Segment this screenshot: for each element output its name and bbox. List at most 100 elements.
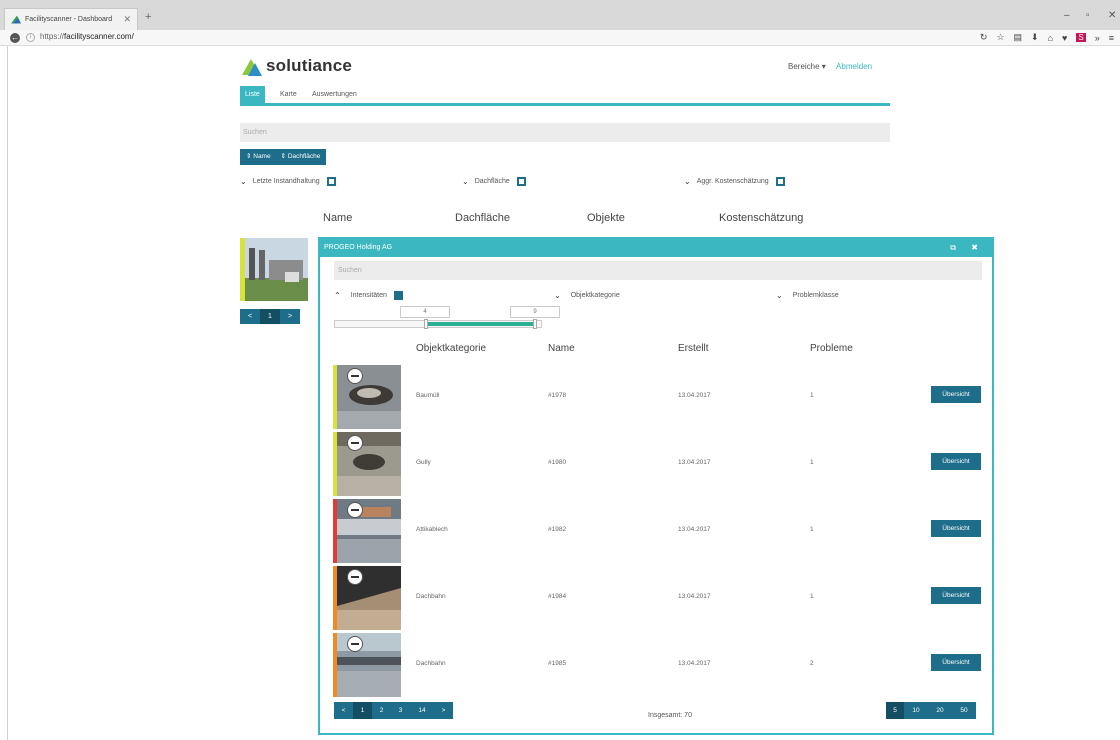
page-1-button[interactable]: 1: [353, 702, 372, 719]
filter-label: Problemklasse: [792, 292, 839, 299]
page-size-10[interactable]: 10: [904, 702, 928, 719]
new-tab-button[interactable]: +: [145, 11, 151, 23]
column-dachflaeche[interactable]: Dachfläche: [455, 212, 510, 224]
object-photo[interactable]: [333, 365, 401, 429]
chevron-down-icon: ⌄: [462, 177, 469, 186]
slider-handle-max[interactable]: [533, 319, 537, 329]
filter-intensitaeten[interactable]: ⌃ Intensitäten: [334, 291, 403, 300]
tab-auswertungen[interactable]: Auswertungen: [307, 86, 362, 103]
prev-page-button[interactable]: <: [240, 309, 260, 324]
range-min-input[interactable]: 4: [400, 306, 450, 318]
bookmark-star-icon[interactable]: ☆: [996, 32, 1004, 43]
filter-letzte-instandhaltung[interactable]: ⌄ Letzte Instandhaltung: [240, 177, 336, 186]
uebersicht-button[interactable]: Übersicht: [931, 386, 981, 403]
page-14-button[interactable]: 14: [410, 702, 434, 719]
column-objekte[interactable]: Objekte: [587, 212, 625, 224]
menu-icon[interactable]: ≡: [1109, 33, 1114, 43]
restore-button[interactable]: ▫: [1086, 10, 1090, 21]
logout-link[interactable]: Abmelden: [836, 62, 872, 71]
sort-bar: ⇕ Name ⇕ Dachfläche: [240, 149, 327, 165]
column-kostenschaetzung[interactable]: Kostenschätzung: [719, 212, 803, 224]
row-problems: 1: [810, 526, 814, 533]
info-icon[interactable]: i: [26, 33, 35, 42]
slider-handle-min[interactable]: [424, 319, 428, 329]
row-name: #1978: [548, 392, 567, 399]
home-icon[interactable]: ⌂: [1048, 33, 1053, 43]
uebersicht-button[interactable]: Übersicht: [931, 520, 981, 537]
modal-search-input[interactable]: Suchen: [334, 261, 982, 280]
tab-close-icon[interactable]: ✕: [123, 14, 131, 25]
pagination: < 1 >: [240, 309, 300, 324]
url-field[interactable]: https://facilityscanner.com/: [40, 32, 134, 41]
sort-dachflaeche-button[interactable]: ⇕ Dachfläche: [281, 149, 321, 165]
camera-badge-icon: [347, 502, 363, 518]
row-category: Dachbahn: [416, 593, 446, 600]
table-row[interactable]: Dachbahn #1984 13.04.2017 1 Übersicht: [333, 566, 983, 630]
prev-page-button[interactable]: <: [334, 702, 353, 719]
page-3-button[interactable]: 3: [391, 702, 410, 719]
download-icon[interactable]: ⬇: [1031, 32, 1039, 43]
table-row[interactable]: Attikablech #1982 13.04.2017 1 Übersicht: [333, 499, 983, 563]
row-name: #1982: [548, 526, 567, 533]
row-created: 13.04.2017: [678, 526, 711, 533]
reload-icon[interactable]: ↻: [980, 32, 988, 43]
overflow-icon[interactable]: »: [1095, 33, 1100, 43]
total-count: Insgesamt: 70: [648, 712, 692, 719]
extension-icon[interactable]: S: [1076, 33, 1086, 42]
address-bar[interactable]: ← i https://facilityscanner.com/ ↻ ☆ ▤ ⬇…: [0, 30, 1120, 46]
page-size-50[interactable]: 50: [952, 702, 976, 719]
object-photo[interactable]: [333, 432, 401, 496]
checkbox[interactable]: [775, 177, 785, 186]
column-probleme[interactable]: Probleme: [810, 343, 853, 354]
row-problems: 2: [810, 660, 814, 667]
table-row[interactable]: Baumüll #1978 13.04.2017 1 Übersicht: [333, 365, 983, 429]
object-photo[interactable]: [333, 633, 401, 697]
logo[interactable]: solutiance: [242, 55, 352, 77]
checkbox[interactable]: [326, 177, 336, 186]
popout-icon[interactable]: ⧉: [950, 239, 956, 257]
search-input[interactable]: Suchen: [240, 123, 890, 142]
uebersicht-button[interactable]: Übersicht: [931, 453, 981, 470]
row-created: 13.04.2017: [678, 660, 711, 667]
filter-aggr-kostenschaetzung[interactable]: ⌄ Aggr. Kostenschätzung: [684, 177, 785, 186]
table-row[interactable]: Dachbahn #1985 13.04.2017 2 Übersicht: [333, 633, 983, 697]
sort-name-button[interactable]: ⇕ Name: [246, 149, 271, 165]
next-page-button[interactable]: >: [434, 702, 453, 719]
intensity-slider[interactable]: [334, 319, 542, 329]
range-max-input[interactable]: 9: [510, 306, 560, 318]
column-name[interactable]: Name: [323, 212, 352, 224]
reader-icon[interactable]: ▤: [1014, 32, 1023, 43]
table-row[interactable]: Gully #1980 13.04.2017 1 Übersicht: [333, 432, 983, 496]
page-1-button[interactable]: 1: [260, 309, 280, 324]
column-erstellt[interactable]: Erstellt: [678, 343, 709, 354]
bereiche-dropdown[interactable]: Bereiche ▾: [788, 62, 826, 71]
page-2-button[interactable]: 2: [372, 702, 391, 719]
page-size-5[interactable]: 5: [886, 702, 904, 719]
page-size-20[interactable]: 20: [928, 702, 952, 719]
filter-problemklasse[interactable]: ⌄ Problemklasse: [776, 291, 839, 300]
building-thumbnail[interactable]: [240, 238, 308, 301]
minimize-button[interactable]: –: [1064, 10, 1070, 21]
filter-dachflaeche[interactable]: ⌄ Dachfläche: [462, 177, 526, 186]
window-close-button[interactable]: ✕: [1108, 10, 1116, 21]
chevron-up-icon: ⌃: [334, 291, 341, 300]
tab-karte[interactable]: Karte: [275, 86, 302, 103]
uebersicht-button[interactable]: Übersicht: [931, 587, 981, 604]
next-page-button[interactable]: >: [280, 309, 300, 324]
uebersicht-button[interactable]: Übersicht: [931, 654, 981, 671]
column-objektkategorie[interactable]: Objektkategorie: [416, 343, 486, 354]
close-icon[interactable]: ✖: [971, 239, 978, 257]
back-arrow-icon[interactable]: ←: [10, 33, 20, 43]
object-photo[interactable]: [333, 566, 401, 630]
pocket-icon[interactable]: ♥: [1062, 33, 1067, 43]
filter-objektkategorie[interactable]: ⌄ Objektkategorie: [554, 291, 620, 300]
row-created: 13.04.2017: [678, 392, 711, 399]
column-name[interactable]: Name: [548, 343, 575, 354]
object-photo[interactable]: [333, 499, 401, 563]
chevron-down-icon: ⌄: [240, 177, 247, 186]
tab-liste[interactable]: Liste: [240, 86, 265, 103]
modal-header: PROGEO Holding AG ⧉ ✖: [320, 239, 992, 257]
checkbox[interactable]: [516, 177, 526, 186]
browser-tab[interactable]: Facilityscanner - Dashboard ✕: [4, 8, 138, 30]
checkbox-checked[interactable]: [393, 291, 403, 300]
